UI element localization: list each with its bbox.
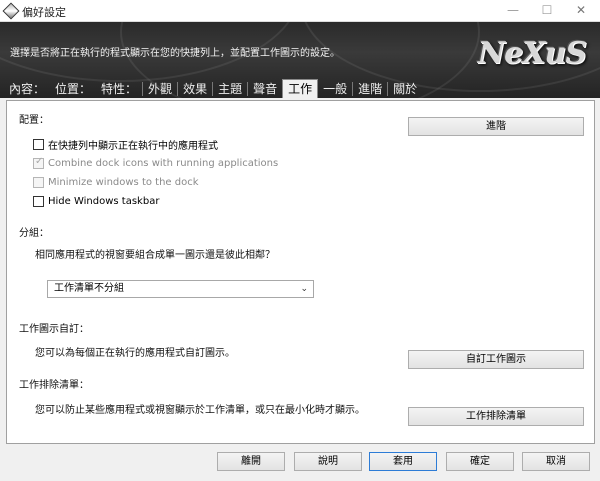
- tab-content[interactable]: 內容：: [4, 81, 50, 98]
- maximize-button[interactable]: ☐: [530, 0, 564, 22]
- checkbox-box[interactable]: [33, 138, 44, 150]
- leave-button[interactable]: 離開: [217, 452, 285, 471]
- tab-themes[interactable]: 主題: [213, 81, 247, 98]
- chevron-down-icon: ⌄: [300, 284, 308, 294]
- checkbox-label: Hide Windows taskbar: [48, 195, 160, 207]
- checkbox-show-running-apps[interactable]: 在快捷列中顯示正在執行中的應用程式: [33, 137, 218, 152]
- tab-bar: 內容： 位置： 特性： 外觀 效果 主題 聲音 工作 一般 進階 關於: [4, 79, 422, 98]
- tab-appearance[interactable]: 外觀: [143, 81, 177, 98]
- minimize-button[interactable]: —: [496, 0, 530, 22]
- checkmark-icon: ✓: [35, 155, 44, 167]
- title-bar: 偏好設定 — ☐ ✕: [0, 0, 600, 22]
- nexus-logo: NeXuS: [477, 36, 587, 71]
- checkbox-label: 在快捷列中顯示正在執行中的應用程式: [48, 140, 218, 152]
- cancel-button[interactable]: 取消: [522, 452, 590, 471]
- exclusions-description: 您可以防止某些應用程式或視窗顯示於工作清單，或只在最小化時才顯示。: [35, 405, 365, 416]
- task-exclusion-list-button[interactable]: 工作排除清單: [408, 407, 584, 426]
- tab-behavior[interactable]: 特性：: [96, 81, 142, 98]
- grouping-question: 相同應用程式的視窗要組合成單一圖示還是彼此相鄰？: [35, 250, 275, 261]
- tab-general[interactable]: 一般: [318, 81, 352, 98]
- checkbox-label: Combine dock icons with running applicat…: [48, 157, 279, 169]
- tasks-panel: 配置： 進階 在快捷列中顯示正在執行中的應用程式 ✓ Combine dock …: [6, 100, 595, 444]
- tab-advanced[interactable]: 進階: [353, 81, 387, 98]
- grouping-section-label: 分組：: [19, 228, 49, 239]
- grouping-selected-value: 工作清單不分組: [54, 283, 124, 294]
- window-title: 偏好設定: [22, 6, 66, 19]
- exclusions-section-label: 工作排除清單：: [19, 380, 89, 391]
- advanced-button[interactable]: 進階: [408, 117, 584, 136]
- help-button[interactable]: 說明: [294, 452, 362, 471]
- tab-effects[interactable]: 效果: [178, 81, 212, 98]
- tab-position[interactable]: 位置：: [50, 81, 96, 98]
- ok-button[interactable]: 確定: [446, 452, 514, 471]
- close-button[interactable]: ✕: [564, 0, 598, 22]
- tab-about[interactable]: 關於: [388, 81, 422, 98]
- tab-tasks[interactable]: 工作: [282, 79, 319, 98]
- custom-icons-description: 您可以為每個正在執行的應用程式自訂圖示。: [35, 348, 235, 359]
- checkbox-combine-dock-icons[interactable]: ✓ Combine dock icons with running applic…: [33, 156, 278, 170]
- checkbox-box[interactable]: [33, 195, 44, 207]
- checkbox-minimize-to-dock[interactable]: Minimize windows to the dock: [33, 175, 199, 189]
- apply-button[interactable]: 套用: [369, 452, 437, 471]
- grouping-select[interactable]: 工作清單不分組 ⌄: [47, 280, 314, 298]
- checkbox-box[interactable]: [33, 176, 44, 188]
- customize-task-icons-button[interactable]: 自訂工作圖示: [408, 350, 584, 369]
- checkbox-box[interactable]: ✓: [33, 155, 44, 169]
- checkbox-hide-taskbar[interactable]: Hide Windows taskbar: [33, 194, 159, 208]
- nexus-diamond-icon: [2, 2, 20, 20]
- tab-sounds[interactable]: 聲音: [248, 81, 282, 98]
- config-section-label: 配置：: [19, 115, 49, 126]
- custom-icons-section-label: 工作圖示自訂：: [19, 324, 89, 335]
- checkbox-label: Minimize windows to the dock: [48, 176, 199, 188]
- header-description: 選擇是否將正在執行的程式顯示在您的快捷列上，並配置工作圖示的設定。: [10, 48, 340, 59]
